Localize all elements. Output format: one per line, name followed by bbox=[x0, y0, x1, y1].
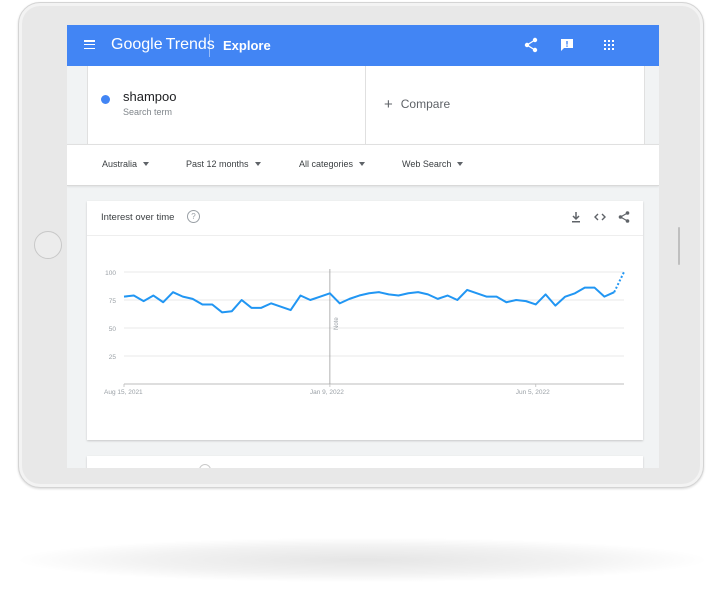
logo-google-text: Google bbox=[111, 36, 163, 53]
screen: Google Trends Explore shampoo Search ter… bbox=[67, 25, 659, 468]
embed-code-icon[interactable] bbox=[593, 210, 607, 224]
top-app-bar: Google Trends Explore bbox=[67, 25, 659, 66]
compare-label: Compare bbox=[400, 97, 451, 111]
series-line-partial bbox=[613, 271, 625, 293]
chevron-down-icon bbox=[143, 162, 150, 166]
filter-region[interactable]: Australia bbox=[102, 159, 150, 169]
y-tick-label: 100 bbox=[105, 270, 116, 277]
chevron-down-icon bbox=[457, 162, 464, 166]
filter-search-type[interactable]: Web Search bbox=[402, 159, 464, 169]
filter-category[interactable]: All categories bbox=[299, 159, 366, 169]
search-term-sublabel: Search term bbox=[123, 107, 173, 117]
y-tick-label: 50 bbox=[109, 326, 117, 333]
card-title: Interest over time bbox=[101, 212, 175, 223]
card-header: Interest over time ? bbox=[87, 201, 643, 236]
filter-time-range[interactable]: Past 12 months bbox=[186, 159, 261, 169]
filter-bar: Australia Past 12 months All categories … bbox=[67, 144, 659, 186]
apps-grid-icon[interactable] bbox=[601, 37, 617, 53]
filter-search-type-label: Web Search bbox=[402, 159, 452, 169]
next-card bbox=[87, 456, 643, 468]
download-icon[interactable] bbox=[569, 210, 583, 224]
plus-icon: + bbox=[384, 96, 393, 113]
google-trends-logo[interactable]: Google Trends bbox=[111, 36, 215, 54]
filter-category-label: All categories bbox=[299, 159, 354, 169]
interest-line-chart[interactable]: 25 50 75 100 Note Aug 15, 2021 Jan 9, 2022 Jun … bbox=[87, 235, 643, 440]
feedback-icon[interactable] bbox=[559, 37, 575, 53]
tablet-frame: Google Trends Explore shampoo Search ter… bbox=[18, 2, 704, 488]
device-shadow bbox=[20, 538, 704, 582]
filter-region-label: Australia bbox=[102, 159, 138, 169]
x-tick-label: Jan 9, 2022 bbox=[310, 389, 344, 396]
x-tick-label: Jun 5, 2022 bbox=[516, 389, 550, 396]
logo-trends-text: Trends bbox=[165, 36, 215, 53]
chevron-down-icon bbox=[359, 162, 366, 166]
chevron-down-icon bbox=[254, 162, 261, 166]
search-terms-area: shampoo Search term + Compare bbox=[87, 66, 645, 144]
side-button bbox=[678, 227, 680, 265]
share-icon[interactable] bbox=[617, 210, 631, 224]
section-title: Explore bbox=[223, 38, 271, 53]
y-tick-label: 25 bbox=[109, 354, 117, 361]
y-tick-label: 75 bbox=[109, 298, 117, 305]
help-circle-icon bbox=[199, 464, 211, 468]
annotation-note: Note bbox=[334, 317, 340, 330]
hamburger-icon[interactable] bbox=[84, 40, 95, 50]
term-color-dot bbox=[101, 95, 110, 104]
share-icon[interactable] bbox=[523, 37, 539, 53]
compare-button[interactable]: + Compare bbox=[384, 96, 450, 113]
home-button bbox=[34, 231, 62, 259]
header-divider bbox=[209, 34, 210, 57]
x-tick-label: Aug 15, 2021 bbox=[104, 389, 143, 396]
search-term-card[interactable]: shampoo Search term bbox=[88, 66, 366, 144]
help-circle-icon[interactable]: ? bbox=[187, 210, 200, 223]
interest-over-time-card: Interest over time ? 25 50 75 100 Note Aug 15… bbox=[87, 201, 643, 440]
filter-time-label: Past 12 months bbox=[186, 159, 249, 169]
search-term-name: shampoo bbox=[123, 89, 177, 104]
